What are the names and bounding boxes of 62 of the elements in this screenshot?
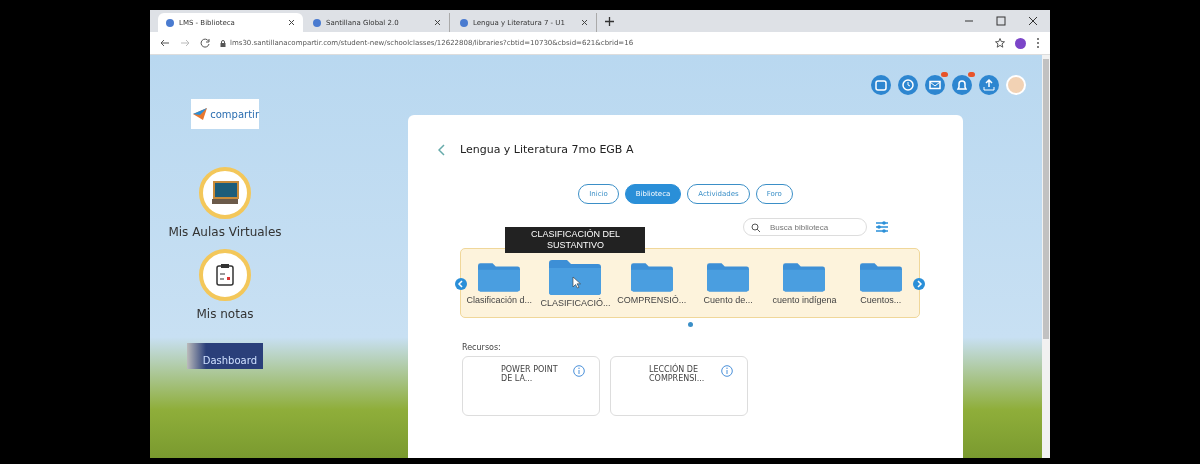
tooltip: CLASIFICACIÓN DEL SUSTANTIVO: [505, 226, 646, 253]
nav-label[interactable]: Mis Aulas Virtuales: [168, 225, 282, 239]
nav-circle-button[interactable]: [199, 249, 251, 301]
profile-avatar[interactable]: [1015, 37, 1026, 49]
resource-card[interactable]: LECCIÓN DE COMPRENSI...: [610, 356, 748, 416]
star-icon[interactable]: [995, 38, 1005, 48]
resource-card[interactable]: POWER POINT DE LA...: [462, 356, 600, 416]
reload-icon[interactable]: [200, 38, 210, 48]
notification-badge: [968, 72, 975, 77]
folder-icon[interactable]: [630, 261, 673, 292]
resource-title[interactable]: POWER POINT DE LA...: [501, 365, 571, 383]
close-icon[interactable]: [581, 19, 588, 26]
mail-icon: [929, 79, 941, 91]
close-icon[interactable]: [288, 19, 295, 26]
back-icon[interactable]: [160, 38, 170, 48]
close-icon[interactable]: [434, 19, 441, 26]
folder-icon[interactable]: [859, 261, 902, 292]
chevron-right-icon[interactable]: [913, 278, 925, 290]
chevron-left-icon[interactable]: [455, 278, 467, 290]
resource-title[interactable]: LECCIÓN DE COMPRENSI...: [649, 365, 719, 383]
folder-name[interactable]: COMPRENSIÓ...: [617, 294, 687, 305]
search-field[interactable]: Busca biblioteca: [743, 218, 867, 236]
folder-name[interactable]: CLASIFICACIÓ...: [540, 297, 611, 308]
clipboard-icon: [215, 263, 235, 287]
filter-icon[interactable]: [875, 220, 889, 234]
bell-icon: [956, 79, 968, 91]
scrollbar[interactable]: [1042, 55, 1050, 458]
favicon-icon: [166, 18, 174, 27]
section-label: Recursos:: [462, 343, 502, 352]
course-title: Lengua y Literatura 7mo EGB A: [460, 143, 634, 156]
forward-icon[interactable]: [180, 38, 190, 48]
dashboard-button[interactable]: Dashboard: [187, 343, 263, 369]
folder-name[interactable]: Cuentos...: [860, 294, 902, 305]
info-icon[interactable]: [721, 365, 733, 377]
folder-icon[interactable]: [783, 261, 826, 292]
close-icon[interactable]: [1028, 16, 1038, 26]
folder-name[interactable]: cuento indígena: [772, 294, 837, 305]
more-icon[interactable]: [1036, 37, 1040, 49]
folder-name[interactable]: Cuento de...: [703, 294, 753, 305]
folder-icon[interactable]: [707, 261, 750, 292]
maximize-icon[interactable]: [996, 16, 1006, 26]
folder-icon[interactable]: [549, 258, 602, 295]
round-icon-button[interactable]: [871, 75, 891, 95]
lock-icon: [220, 39, 226, 47]
upload-icon: [983, 79, 995, 91]
page-dot[interactable]: [687, 322, 693, 327]
nav-circle-button[interactable]: [199, 167, 251, 219]
folder-icon[interactable]: [478, 261, 521, 292]
info-icon[interactable]: [573, 365, 585, 377]
folder-name[interactable]: Clasificación d...: [466, 294, 532, 305]
favicon-icon: [313, 18, 321, 27]
round-icon-button[interactable]: [952, 75, 972, 95]
nav-label[interactable]: Mis notas: [196, 307, 254, 321]
calendar-icon: [875, 79, 887, 91]
classroom-icon: [210, 180, 240, 206]
round-icon-button[interactable]: [925, 75, 945, 95]
favicon-icon: [460, 18, 468, 27]
notification-badge: [941, 72, 948, 77]
round-icon-button[interactable]: [898, 75, 918, 95]
logo[interactable]: compartir: [191, 99, 259, 129]
clock-icon: [902, 79, 914, 91]
round-icon-button[interactable]: [979, 75, 999, 95]
